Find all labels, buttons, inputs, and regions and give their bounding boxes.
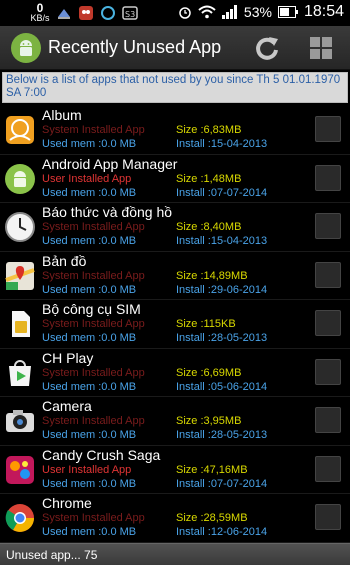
app-size: Size :3,95MB xyxy=(176,415,242,427)
app-type: User Installed App xyxy=(42,172,132,185)
page-title: Recently Unused App xyxy=(48,37,222,57)
list-item[interactable]: Báo thức và đồng hồ System Installed App… xyxy=(0,203,350,252)
install-date: Install :07-07-2014 xyxy=(176,477,268,490)
select-checkbox[interactable] xyxy=(315,213,341,239)
album-icon xyxy=(6,116,34,144)
status-system: 53% 18:54 xyxy=(178,3,344,21)
used-memory: Used mem :0.0 MB xyxy=(42,526,137,538)
used-memory: Used mem :0.0 MB xyxy=(42,429,137,441)
used-memory: Used mem :0.0 MB xyxy=(42,332,137,344)
list-item[interactable]: Bản đồ System Installed App Size :14,89M… xyxy=(0,252,350,300)
select-checkbox[interactable] xyxy=(315,455,341,482)
install-date: Install :15-04-2013 xyxy=(176,138,268,150)
status-bar: 0 KB/s S3 53% 18:54 xyxy=(0,0,350,26)
app-name: Chrome xyxy=(42,495,92,511)
clock: 18:54 xyxy=(303,3,344,20)
app-bar: Recently Unused App xyxy=(0,26,350,70)
network-speed-unit: KB/s xyxy=(30,13,50,23)
maps-icon xyxy=(5,261,35,290)
used-memory: Used mem :0.0 MB xyxy=(42,235,137,247)
chrome-icon xyxy=(5,504,34,532)
app-type: System Installed App xyxy=(42,512,145,524)
select-checkbox[interactable] xyxy=(315,261,341,288)
app-size: Size :6,69MB xyxy=(176,366,242,379)
app-name: CH Play xyxy=(42,349,94,366)
install-date: Install :28-05-2013 xyxy=(176,332,268,344)
grid-view-icon[interactable] xyxy=(308,35,334,61)
app-name: Android App Manager xyxy=(42,155,178,172)
app-type: System Installed App xyxy=(42,221,145,233)
sim-card-icon xyxy=(12,311,30,337)
wifi-icon xyxy=(198,5,216,19)
list-item[interactable]: Candy Crush Saga User Installed App Size… xyxy=(0,446,350,494)
install-date: Install :07-07-2014 xyxy=(176,186,268,199)
app-name: Báo thức và đồng hồ xyxy=(42,204,173,220)
list-item[interactable]: Album System Installed App Size :6,83MB … xyxy=(0,106,350,155)
used-memory: Used mem :0.0 MB xyxy=(42,138,137,150)
app-name: Bộ công cụ SIM xyxy=(42,301,141,317)
battery-percent: 53% xyxy=(243,4,272,20)
select-checkbox[interactable] xyxy=(315,116,341,142)
refresh-icon[interactable] xyxy=(252,33,282,63)
s3-icon: S3 xyxy=(122,5,138,20)
app-type: System Installed App xyxy=(42,366,145,379)
select-checkbox[interactable] xyxy=(315,310,341,336)
app-type: System Installed App xyxy=(42,318,145,330)
info-banner: Below is a list of apps that not used by… xyxy=(2,72,348,103)
install-date: Install :28-05-2013 xyxy=(176,429,268,441)
used-memory: Used mem :0.0 MB xyxy=(42,283,137,296)
app-size: Size :115KB xyxy=(176,318,236,330)
app-name: Candy Crush Saga xyxy=(42,446,161,463)
install-date: Install :12-06-2014 xyxy=(176,526,268,538)
app-list[interactable]: Album System Installed App Size :6,83MB … xyxy=(0,106,350,543)
status-notifications: 0 KB/s S3 xyxy=(30,2,138,23)
select-checkbox[interactable] xyxy=(315,407,341,433)
network-speed: 0 KB/s xyxy=(30,2,50,23)
app-size: Size :14,89MB xyxy=(176,269,248,282)
candy-icon xyxy=(6,455,34,484)
svg-text:S3: S3 xyxy=(125,10,135,19)
download-icon xyxy=(58,8,70,19)
app-type: User Installed App xyxy=(42,463,132,476)
select-checkbox[interactable] xyxy=(315,504,341,530)
clock-icon xyxy=(5,212,35,242)
game-notification-icon xyxy=(79,5,93,20)
app-name: Album xyxy=(42,107,82,123)
list-item[interactable]: Camera System Installed App Size :3,95MB… xyxy=(0,397,350,446)
signal-icon xyxy=(221,5,237,19)
list-item[interactable]: Chrome System Installed App Size :28,59M… xyxy=(0,494,350,543)
used-memory: Used mem :0.0 MB xyxy=(42,380,137,393)
used-memory: Used mem :0.0 MB xyxy=(42,186,137,199)
sync-icon xyxy=(101,5,115,20)
app-size: Size :6,83MB xyxy=(176,124,242,136)
app-type: System Installed App xyxy=(42,124,145,136)
install-date: Install :05-06-2014 xyxy=(176,380,268,393)
app-name: Bản đồ xyxy=(42,252,87,269)
install-date: Install :15-04-2013 xyxy=(176,235,268,247)
app-type: System Installed App xyxy=(42,269,145,282)
play-store-icon xyxy=(9,359,31,386)
footer-bar: Unused app... 75 xyxy=(0,543,350,565)
select-checkbox[interactable] xyxy=(315,164,341,191)
used-memory: Used mem :0.0 MB xyxy=(42,477,137,490)
app-logo-icon[interactable] xyxy=(10,32,42,64)
app-size: Size :8,40MB xyxy=(176,221,242,233)
app-name: Camera xyxy=(42,398,92,414)
app-size: Size :28,59MB xyxy=(176,512,248,524)
list-item[interactable]: Bộ công cụ SIM System Installed App Size… xyxy=(0,300,350,349)
install-date: Install :29-06-2014 xyxy=(176,283,268,296)
app-size: Size :1,48MB xyxy=(176,172,242,185)
unused-app-count: Unused app... 75 xyxy=(6,548,98,562)
app-size: Size :47,16MB xyxy=(176,463,248,476)
list-item[interactable]: CH Play System Installed App Size :6,69M… xyxy=(0,349,350,397)
alarm-icon xyxy=(179,7,191,19)
android-icon xyxy=(5,163,35,194)
list-item[interactable]: Android App Manager User Installed App S… xyxy=(0,155,350,203)
select-checkbox[interactable] xyxy=(315,358,341,385)
app-type: System Installed App xyxy=(42,415,145,427)
camera-icon xyxy=(6,410,34,432)
battery-icon xyxy=(277,6,298,18)
